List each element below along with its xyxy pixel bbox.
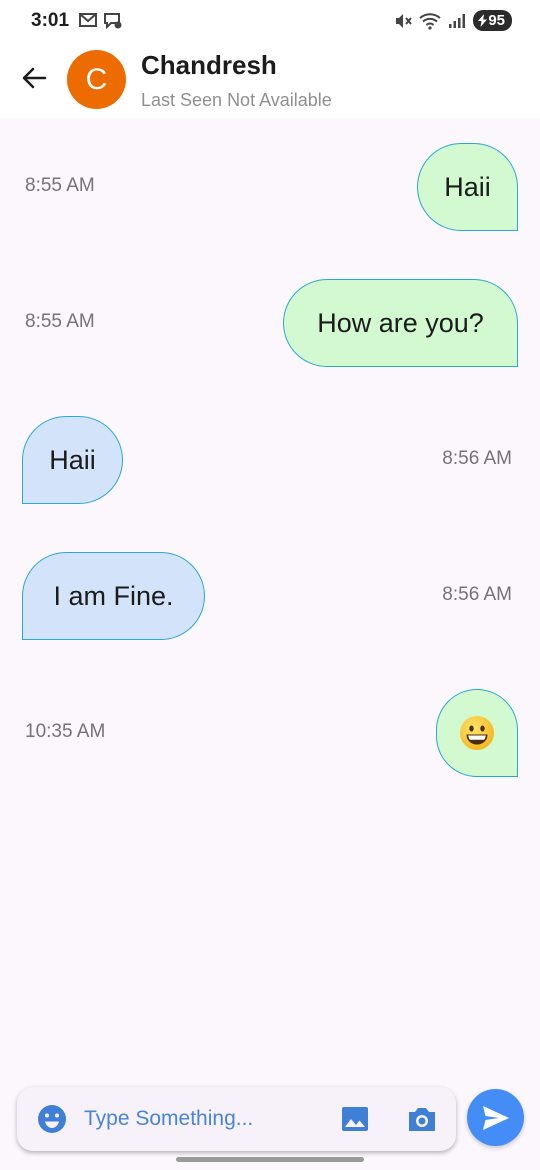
- gmail-icon: [79, 13, 97, 27]
- message-time: 8:55 AM: [25, 175, 95, 196]
- battery-indicator: 95: [473, 10, 512, 31]
- status-right: 95: [394, 10, 512, 31]
- send-button[interactable]: [467, 1089, 524, 1146]
- emoji-button[interactable]: [36, 1103, 68, 1135]
- battery-level: 95: [488, 12, 505, 29]
- signal-icon: [449, 13, 466, 28]
- contact-name: Chandresh: [141, 50, 277, 80]
- sent-message-bubble[interactable]: [436, 689, 518, 777]
- message-input[interactable]: [84, 1101, 334, 1137]
- mute-icon: [396, 13, 413, 28]
- gallery-button[interactable]: [340, 1104, 370, 1134]
- back-button[interactable]: [16, 60, 52, 96]
- message-time: 8:55 AM: [25, 311, 95, 332]
- last-seen-status: Last Seen Not Available: [141, 90, 332, 110]
- avatar[interactable]: C: [67, 50, 126, 109]
- status-time: 3:01: [31, 10, 70, 31]
- charging-bolt-icon: [478, 14, 488, 27]
- sent-message-bubble[interactable]: How are you?: [283, 279, 518, 367]
- camera-button[interactable]: [406, 1104, 438, 1134]
- message-text: How are you?: [317, 307, 484, 338]
- home-indicator: [176, 1157, 364, 1162]
- send-icon: [482, 1105, 509, 1130]
- message-text: Haii: [49, 444, 96, 475]
- received-message-bubble[interactable]: Haii: [22, 416, 123, 504]
- image-icon: [342, 1107, 368, 1131]
- received-message-bubble[interactable]: I am Fine.: [22, 552, 205, 640]
- avatar-letter: C: [85, 62, 108, 96]
- message-text: Haii: [444, 171, 491, 202]
- status-bar: 3:01 95: [0, 0, 540, 44]
- sent-message-bubble[interactable]: Haii: [417, 143, 518, 231]
- grinning-face-icon: [460, 716, 494, 750]
- arrow-left-icon: [22, 67, 47, 89]
- camera-icon: [409, 1108, 435, 1131]
- emoji-smile-icon: [38, 1105, 66, 1133]
- wifi-icon: [419, 12, 441, 30]
- message-time: 8:56 AM: [442, 448, 512, 469]
- chat-header: C Chandresh Last Seen Not Available: [0, 44, 540, 118]
- status-notifications: [78, 12, 123, 30]
- message-composer: [17, 1087, 456, 1151]
- message-time: 10:35 AM: [25, 721, 106, 742]
- message-time: 8:56 AM: [442, 584, 512, 605]
- chat-notification-icon: [104, 13, 122, 30]
- message-text: I am Fine.: [53, 580, 174, 611]
